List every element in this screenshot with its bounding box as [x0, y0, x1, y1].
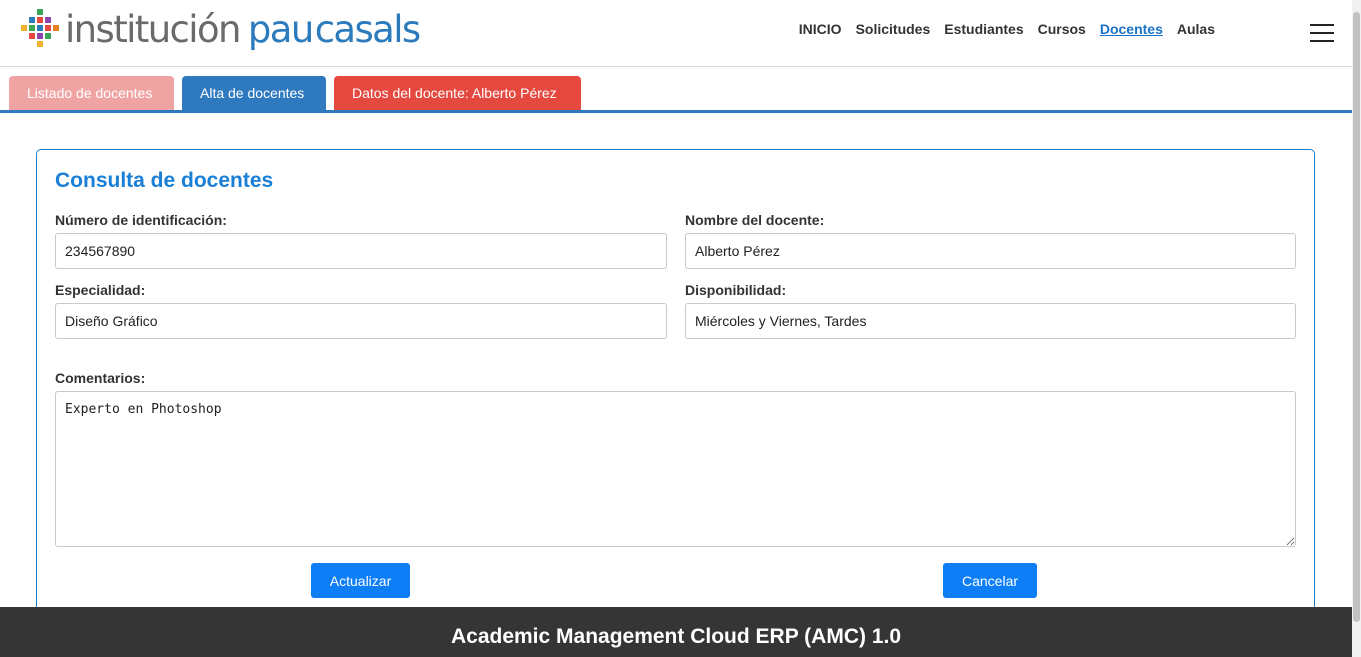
- name-input[interactable]: [685, 233, 1296, 269]
- update-button[interactable]: Actualizar: [311, 563, 410, 598]
- top-header: institución paucasals INICIO Solicitudes …: [0, 0, 1352, 67]
- specialty-label: Especialidad:: [55, 282, 146, 298]
- comments-label: Comentarios:: [55, 370, 146, 386]
- tab-bar: Listado de docentes Alta de docentes Dat…: [9, 76, 581, 110]
- brand-word-2: pau: [247, 8, 314, 51]
- availability-input[interactable]: [685, 303, 1296, 339]
- logo-mark-icon: [18, 8, 62, 52]
- main-nav: INICIO Solicitudes Estudiantes Cursos Do…: [799, 20, 1215, 38]
- scrollbar-thumb[interactable]: [1353, 12, 1360, 622]
- nav-item-aulas[interactable]: Aulas: [1177, 20, 1215, 38]
- hamburger-icon[interactable]: [1310, 23, 1334, 43]
- name-label: Nombre del docente:: [685, 212, 825, 228]
- brand-word-1: institución: [65, 8, 241, 51]
- brand-logo[interactable]: institución paucasals: [18, 8, 422, 52]
- footer-title: Academic Management Cloud ERP (AMC) 1.0: [450, 625, 902, 648]
- brand-word-3: casals: [314, 8, 422, 51]
- nav-item-solicitudes[interactable]: Solicitudes: [856, 20, 931, 38]
- brand-name: institución paucasals: [65, 8, 422, 52]
- nav-item-inicio[interactable]: INICIO: [799, 20, 842, 38]
- tab-datos-docente[interactable]: Datos del docente: Alberto Pérez: [334, 76, 581, 110]
- tab-listado-docentes[interactable]: Listado de docentes: [9, 76, 174, 110]
- id-label: Número de identificación:: [55, 212, 227, 228]
- cancel-button[interactable]: Cancelar: [943, 563, 1037, 598]
- teacher-form-card: Consulta de docentes Número de identific…: [36, 149, 1315, 619]
- specialty-input[interactable]: [55, 303, 667, 339]
- nav-item-cursos[interactable]: Cursos: [1038, 20, 1086, 38]
- availability-label: Disponibilidad:: [685, 282, 787, 298]
- form-title: Consulta de docentes: [55, 169, 274, 192]
- tab-alta-docentes[interactable]: Alta de docentes: [182, 76, 326, 110]
- page-footer: Academic Management Cloud ERP (AMC) 1.0: [0, 607, 1352, 657]
- id-input[interactable]: [55, 233, 667, 269]
- vertical-scrollbar[interactable]: [1352, 0, 1361, 657]
- tab-underline: [0, 110, 1352, 113]
- nav-item-docentes[interactable]: Docentes: [1100, 20, 1163, 38]
- nav-item-estudiantes[interactable]: Estudiantes: [944, 20, 1023, 38]
- comments-textarea[interactable]: Experto en Photoshop: [55, 391, 1296, 547]
- page: institución paucasals INICIO Solicitudes …: [0, 0, 1361, 657]
